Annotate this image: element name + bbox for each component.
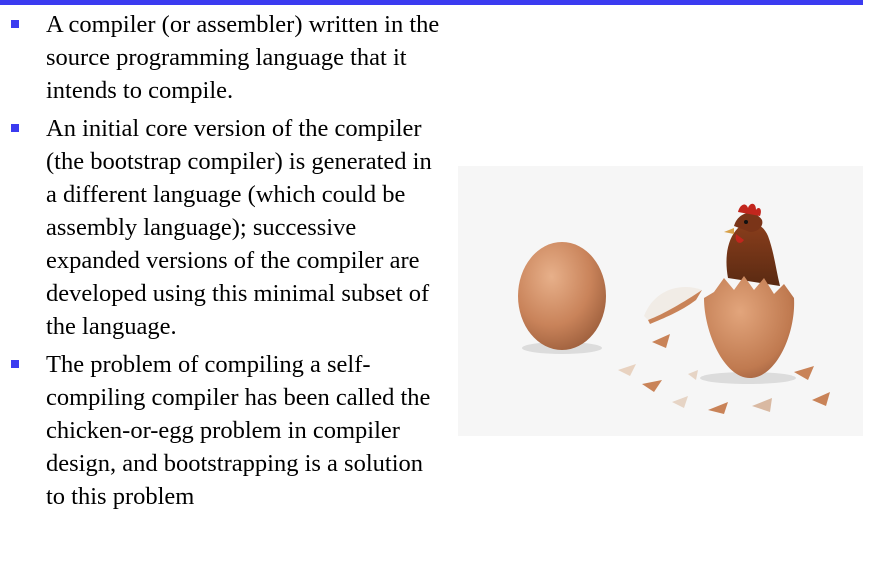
- square-bullet-icon: [11, 360, 19, 368]
- bullet-text: The problem of compiling a self-compilin…: [46, 351, 431, 510]
- shell-fragment: [672, 396, 688, 408]
- broken-egg-shell: [704, 276, 795, 378]
- shell-fragment: [618, 364, 636, 376]
- hen-eye: [744, 220, 748, 224]
- shell-fragment: [708, 402, 728, 414]
- chicken-egg-photo: [458, 166, 863, 436]
- bullet-text: A compiler (or assembler) written in the…: [46, 11, 440, 104]
- hen-beak: [724, 228, 734, 234]
- hen-neck: [726, 222, 780, 286]
- chicken-egg-illustration: [518, 203, 830, 414]
- bullet-text: An initial core version of the compiler …: [46, 115, 432, 340]
- whole-egg: [518, 242, 606, 350]
- bullet-list: A compiler (or assembler) written in the…: [0, 8, 440, 518]
- square-bullet-icon: [11, 20, 19, 28]
- square-bullet-icon: [11, 124, 19, 132]
- shell-fragment: [644, 287, 702, 320]
- bullet-item: An initial core version of the compiler …: [0, 112, 440, 343]
- bullet-item: The problem of compiling a self-compilin…: [0, 348, 440, 513]
- shell-fragment: [652, 334, 670, 348]
- shell-fragment: [794, 366, 814, 380]
- bullet-item: A compiler (or assembler) written in the…: [0, 8, 440, 107]
- shell-fragment: [688, 370, 698, 380]
- shell-fragment: [642, 380, 662, 392]
- top-accent-rule: [0, 0, 863, 5]
- shell-fragment: [812, 392, 830, 406]
- shell-fragment: [752, 398, 772, 412]
